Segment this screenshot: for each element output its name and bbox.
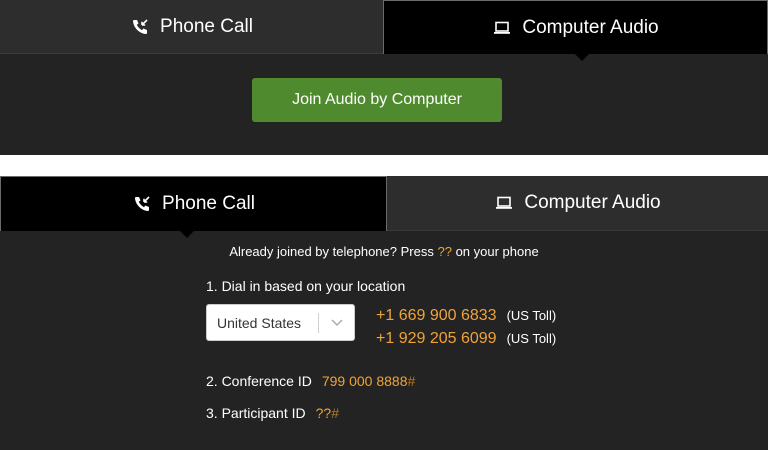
phone-incoming-icon (132, 194, 152, 214)
audio-panel-phone: Phone Call Computer Audio Already joined… (0, 176, 768, 450)
participant-id-label: 3. Participant ID (206, 405, 306, 421)
participant-id-hash: # (331, 405, 339, 421)
tab-phone-label: Phone Call (162, 193, 255, 214)
country-select-value: United States (217, 314, 302, 331)
already-joined-suffix: on your phone (455, 244, 539, 259)
dial-number-type: (US Toll) (506, 331, 557, 346)
chevron-down-icon[interactable] (319, 318, 354, 327)
dial-number-row: +1 929 205 6099 (US Toll) (376, 330, 556, 348)
dial-number-row: +1 669 900 6833 (US Toll) (376, 307, 556, 325)
conference-id-value: 799 000 8888 (321, 373, 408, 389)
dial-number-link[interactable]: +1 669 900 6833 (376, 307, 497, 325)
tab-phone-label: Phone Call (160, 15, 253, 37)
laptop-icon (494, 193, 514, 213)
dial-in-title: 1. Dial in based on your location (206, 278, 406, 294)
join-audio-by-computer-button[interactable]: Join Audio by Computer (252, 78, 502, 122)
tab-phone-call[interactable]: Phone Call (0, 0, 383, 54)
audio-tabs: Phone Call Computer Audio (0, 176, 768, 238)
participant-id-value: ?? (315, 405, 332, 421)
tab-computer-audio[interactable]: Computer Audio (387, 176, 768, 231)
tab-phone-call[interactable]: Phone Call (0, 176, 387, 238)
active-tab-pointer (574, 53, 590, 61)
participant-id-row: 3. Participant ID ??# (206, 405, 339, 421)
phone-incoming-icon (130, 17, 150, 37)
tab-computer-label: Computer Audio (524, 192, 661, 213)
tab-computer-label: Computer Audio (522, 16, 659, 38)
active-tab-pointer (179, 230, 195, 238)
audio-tabs: Phone Call Computer Audio (0, 0, 768, 61)
tab-computer-audio[interactable]: Computer Audio (383, 0, 768, 61)
already-joined-hint: Already joined by telephone? Press ?? on… (0, 244, 768, 259)
country-select[interactable]: United States (206, 304, 355, 341)
already-joined-prefix: Already joined by telephone? Press (229, 244, 434, 259)
laptop-icon (492, 18, 512, 38)
conference-id-label: 2. Conference ID (206, 373, 312, 389)
conference-id-row: 2. Conference ID 799 000 8888# (206, 373, 415, 389)
dial-number-type: (US Toll) (506, 308, 557, 323)
audio-panel-computer: Phone Call Computer Audio Join Audio by … (0, 0, 768, 155)
conference-id-hash: # (407, 373, 416, 389)
already-joined-code: ?? (437, 244, 452, 259)
dial-number-link[interactable]: +1 929 205 6099 (376, 330, 497, 348)
